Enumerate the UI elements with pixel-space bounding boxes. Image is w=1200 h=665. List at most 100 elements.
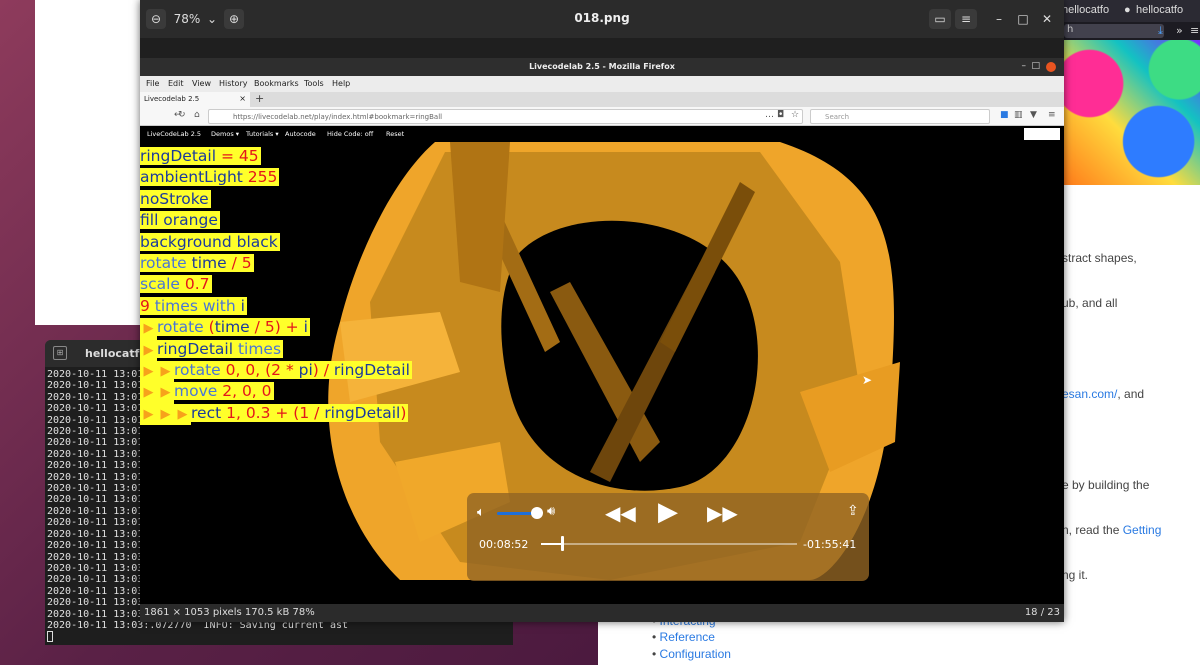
indent-arrow-icon: ▶ [157, 360, 174, 383]
code-line[interactable]: ambientLight 255 [140, 167, 412, 188]
list-item[interactable]: • Configuration [652, 647, 731, 661]
code-line[interactable]: ▶ ringDetail times [140, 339, 412, 361]
indent-arrow-icon: ▶ [157, 382, 174, 404]
lcl-hide-code[interactable]: Hide Code: off [327, 130, 373, 138]
menu-icon[interactable]: ≡ [1190, 24, 1199, 37]
lcl-tutorials[interactable]: Tutorials ▾ [246, 130, 279, 138]
slideshow-icon[interactable]: ▭ [929, 9, 951, 29]
indent-arrow-icon: ▶ [140, 382, 157, 404]
progress-track[interactable] [541, 543, 797, 545]
menu-edit[interactable]: Edit [168, 79, 184, 88]
page-actions-icon[interactable]: … [765, 110, 774, 120]
code-line[interactable]: ▶ rotate (time / 5) + i [140, 317, 412, 340]
firefox-tabbar: Livecodelab 2.5 × + [140, 92, 1064, 107]
new-tab-icon[interactable]: ⊞ [53, 346, 67, 360]
code-line[interactable]: 9 times with i [140, 296, 412, 317]
download-icon[interactable]: ⤓ [1158, 24, 1163, 38]
page-counter: 18 / 23 [1024, 607, 1060, 618]
menu-help[interactable]: Help [332, 79, 350, 88]
bg-link[interactable]: esan.com/ [1062, 387, 1117, 401]
progress-fill [541, 543, 562, 545]
background-urlbar: h ⤓ » ≡ [1040, 22, 1200, 40]
getting-started-link[interactable]: Getting [1123, 523, 1162, 537]
background-tab-label[interactable]: hellocatfo [1062, 4, 1109, 16]
share-icon[interactable]: ⇪ [847, 503, 859, 519]
fps-stats-panel [1024, 128, 1060, 140]
list-item[interactable]: • Reference [652, 630, 715, 644]
download-icon[interactable]: ▼ [1030, 110, 1037, 120]
close-icon[interactable]: ✕ [1040, 9, 1054, 29]
code-line[interactable]: fill orange [140, 210, 412, 231]
lcl-reset[interactable]: Reset [386, 130, 404, 138]
menu-file[interactable]: File [146, 79, 159, 88]
tab-close-icon[interactable]: × [239, 94, 246, 103]
ff-close-icon[interactable] [1046, 62, 1056, 72]
maximize-icon[interactable]: □ [1016, 9, 1030, 29]
search-field[interactable]: Search [810, 109, 990, 124]
pocket-icon[interactable]: ◘ [777, 110, 784, 120]
mouse-cursor-icon: ➤ [862, 373, 873, 387]
code-line[interactable]: ▶ ▶ ▶ rect 1, 0.3 + (1 / ringDetail) [140, 403, 412, 426]
code-editor[interactable]: ringDetail = 45 ambientLight 255 noStroke f… [140, 146, 412, 426]
firefox-navbar: ← ↻ ⌂ https://livecodelab.net/play/index… [140, 107, 1064, 126]
play-icon[interactable]: ▶ [658, 497, 678, 527]
volume-low-icon[interactable]: 🔈︎ [477, 505, 485, 520]
overflow-icon[interactable]: » [1176, 24, 1183, 37]
ff-minimize-icon[interactable]: – [1022, 61, 1027, 71]
fast-forward-icon[interactable]: ▶▶ [707, 501, 738, 525]
menu-tools[interactable]: Tools [304, 79, 324, 88]
menu-history[interactable]: History [219, 79, 247, 88]
video-controls: 🔈︎ 🔊︎ ◀◀ ▶ ▶▶ ⇪ 00:08:52 -01:55:41 [467, 493, 869, 581]
minimize-icon[interactable]: – [992, 9, 1006, 29]
background-tabbar: hellocatfo ● hellocatfo [1040, 0, 1200, 22]
indent-arrow-icon: ▶ [174, 403, 191, 426]
volume-high-icon[interactable]: 🔊︎ [547, 504, 555, 519]
indent-arrow-icon: ▶ [140, 360, 157, 383]
extension-icon[interactable]: ■ [1000, 110, 1009, 120]
indent-arrow-icon: ▶ [140, 403, 157, 426]
indent-arrow-icon: ▶ [140, 318, 157, 340]
bg-text-suffix: , and [1117, 387, 1145, 401]
bookmark-star-icon[interactable]: ☆ [791, 110, 799, 120]
viewer-title: 018.png [574, 11, 630, 25]
code-line[interactable]: rotate time / 5 [140, 253, 412, 274]
code-line[interactable]: scale 0.7 [140, 274, 412, 295]
code-line[interactable]: noStroke [140, 189, 412, 210]
ff-maximize-icon[interactable]: □ [1031, 61, 1040, 71]
firefox-menu-icon[interactable]: ≡ [1048, 110, 1056, 120]
code-line[interactable]: ▶ ▶ rotate 0, 0, (2 * pi) / ringDetail [140, 360, 412, 383]
menu-view[interactable]: View [192, 79, 211, 88]
background-url-field[interactable]: h [1064, 24, 1164, 38]
menu-bookmarks[interactable]: Bookmarks [254, 79, 299, 88]
code-line[interactable]: ringDetail = 45 [140, 146, 412, 167]
lcl-autocode[interactable]: Autocode [285, 130, 316, 138]
livecodelab-menubar: LiveCodeLab 2.5 Demos ▾ Tutorials ▾ Auto… [140, 126, 1064, 142]
volume-knob[interactable] [531, 507, 543, 519]
hamburger-menu-icon[interactable]: ≡ [955, 9, 977, 29]
background-browser: hellocatfo ● hellocatfo h ⤓ » ≡ stract s… [1040, 0, 1200, 665]
terminal-cursor [47, 631, 511, 643]
background-window [35, 0, 145, 325]
firefox-tab[interactable]: Livecodelab 2.5 × [140, 92, 250, 107]
lcl-demos[interactable]: Demos ▾ [211, 130, 239, 138]
viewer-header: ⊖ 78% ⌄ ⊕ 018.png ▭ ≡ – □ ✕ [140, 0, 1064, 38]
bg-text-line-6: ng it. [1062, 568, 1089, 582]
indent-arrow-icon: ▶ [140, 339, 157, 361]
background-tab-label-2[interactable]: hellocatfo [1136, 4, 1183, 16]
bg-text-prefix: n, read the [1062, 523, 1123, 537]
indent-arrow-icon: ▶ [157, 403, 174, 426]
new-tab-button[interactable]: + [255, 92, 264, 105]
library-icon[interactable]: ▥ [1014, 110, 1023, 120]
lcl-brand[interactable]: LiveCodeLab 2.5 [147, 130, 201, 138]
rewind-icon[interactable]: ◀◀ [605, 501, 636, 525]
reload-icon[interactable]: ↻ [178, 110, 186, 120]
firefox-title: Livecodelab 2.5 - Mozilla Firefox [140, 58, 1064, 76]
bg-text-line-3: esan.com/, and [1062, 387, 1144, 401]
url-field[interactable]: https://livecodelab.net/play/index.html#… [208, 109, 803, 124]
code-line[interactable]: ▶ ▶ move 2, 0, 0 [140, 381, 412, 404]
home-icon[interactable]: ⌂ [194, 110, 200, 120]
bg-text-line-1: stract shapes, [1062, 251, 1137, 265]
code-line[interactable]: background black [140, 232, 412, 253]
current-time: 00:08:52 [479, 538, 529, 551]
firefox-menubar: File Edit View History Bookmarks Tools H… [140, 76, 1064, 92]
